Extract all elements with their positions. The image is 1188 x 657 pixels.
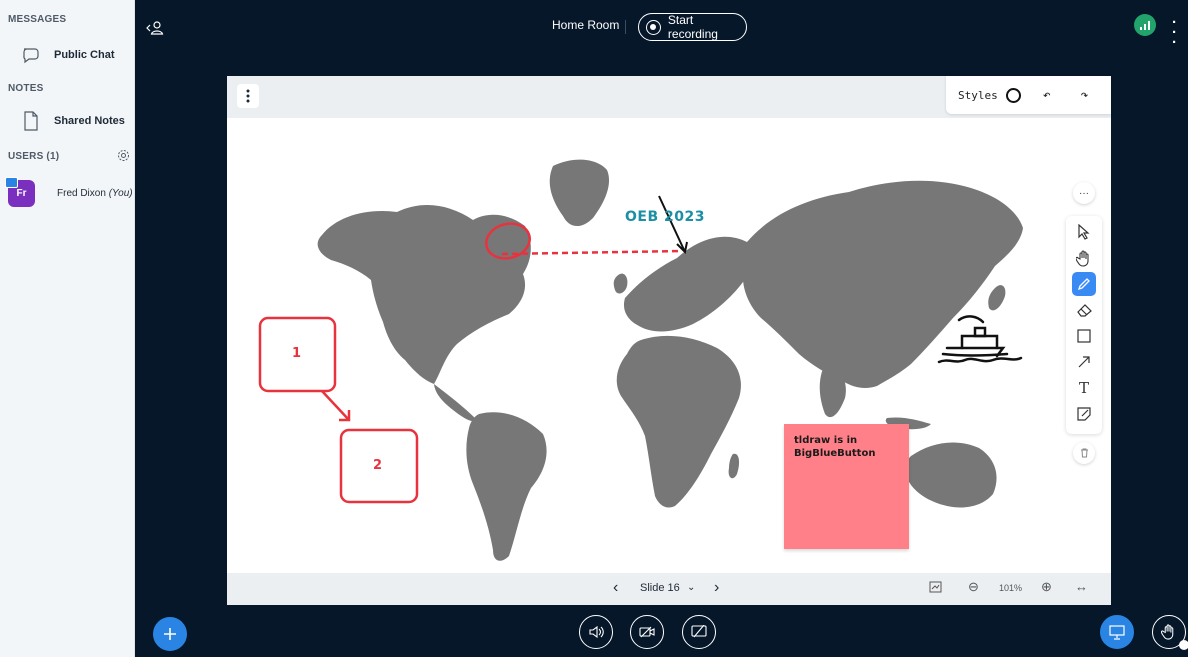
map-asia — [741, 180, 1023, 388]
messages-section-label: MESSAGES — [8, 14, 67, 25]
trash-icon[interactable] — [1073, 442, 1095, 464]
chevron-badge-icon — [1179, 640, 1188, 650]
shared-notes-label: Shared Notes — [54, 115, 125, 127]
camera-off-icon — [639, 626, 655, 638]
presentation-icon — [1109, 624, 1125, 640]
oeb-text-annotation[interactable]: OEB 2023 — [625, 209, 705, 225]
fit-width-icon[interactable]: ↔ — [1075, 579, 1088, 594]
world-map — [258, 159, 1023, 561]
whiteboard-menu-icon[interactable] — [237, 84, 259, 108]
zoom-out-icon[interactable]: ⊖ — [968, 579, 979, 595]
slide-controls: ‹ Slide 16 ⌄ › ⊖ 101% ⊕ ↔ — [227, 573, 1111, 605]
arrow-tool-icon[interactable] — [1072, 350, 1096, 374]
map-africa — [616, 335, 741, 508]
map-north-america — [317, 205, 531, 384]
gear-icon[interactable] — [117, 149, 130, 167]
avatar-initials: Fr — [16, 188, 27, 199]
map-uk — [613, 273, 628, 294]
sticky-note-text: tldraw is in BigBlueButton — [794, 435, 876, 459]
camera-button[interactable] — [630, 615, 664, 649]
pencil-tool-icon[interactable] — [1072, 272, 1096, 296]
map-greenland — [549, 159, 610, 227]
whiteboard[interactable]: Styles ↶ ↷ OEB 2023 1 2 tldraw is in Big… — [227, 76, 1111, 605]
undo-icon[interactable]: ↶ — [1043, 88, 1051, 103]
more-tools-button[interactable]: ··· — [1073, 182, 1095, 204]
raise-hand-button[interactable] — [1152, 615, 1188, 650]
presenter-badge-icon — [5, 177, 18, 188]
user-list-item[interactable]: Fred Dixon (You) — [57, 188, 133, 199]
connection-status-icon[interactable] — [1134, 14, 1156, 36]
fit-slide-icon[interactable] — [929, 581, 942, 596]
public-chat-label: Public Chat — [54, 49, 115, 61]
text-tool-icon[interactable]: T — [1072, 376, 1096, 400]
map-madagascar — [728, 453, 740, 479]
rectangle-tool-icon[interactable] — [1072, 324, 1096, 348]
box-2-label[interactable]: 2 — [373, 458, 382, 473]
screenshare-off-icon — [691, 625, 707, 638]
sticky-note[interactable]: tldraw is in BigBlueButton — [784, 424, 909, 549]
user-name: Fred Dixon — [57, 188, 106, 199]
redo-icon[interactable]: ↷ — [1081, 88, 1089, 103]
record-icon — [646, 19, 661, 35]
map-south-america — [466, 412, 547, 561]
map-central-america — [434, 384, 477, 422]
styles-button[interactable]: Styles — [958, 89, 998, 102]
sticky-note-tool-icon[interactable] — [1072, 402, 1096, 426]
zoom-level: 101% — [999, 583, 1023, 593]
start-recording-button[interactable]: Start recording — [638, 13, 747, 41]
raise-hand-icon — [1161, 624, 1174, 640]
next-slide-icon[interactable]: › — [714, 579, 719, 597]
notes-section-label: NOTES — [8, 83, 44, 94]
sidebar-item-public-chat[interactable]: Public Chat — [0, 42, 134, 68]
chevron-down-icon[interactable]: ⌄ — [687, 582, 695, 593]
document-icon — [20, 110, 42, 132]
room-title: Home Room — [552, 18, 620, 32]
select-tool-icon[interactable] — [1072, 220, 1096, 244]
style-panel: Styles ↶ ↷ — [946, 76, 1111, 114]
avatar[interactable]: Fr — [5, 177, 35, 207]
eraser-tool-icon[interactable] — [1072, 298, 1096, 322]
toggle-userlist-icon[interactable] — [146, 20, 164, 41]
sidebar: MESSAGES Public Chat NOTES Shared Notes … — [0, 0, 135, 657]
you-tag: (You) — [108, 188, 133, 199]
color-swatch-icon[interactable] — [1005, 87, 1021, 103]
audio-button[interactable] — [579, 615, 613, 649]
record-label: Start recording — [667, 13, 718, 41]
speaker-icon — [589, 625, 604, 639]
zoom-in-icon[interactable]: ⊕ — [1041, 579, 1052, 595]
hand-tool-icon[interactable] — [1072, 246, 1096, 270]
title-divider — [625, 20, 626, 34]
ship-doodle — [937, 315, 1023, 364]
map-japan — [988, 285, 1006, 311]
screenshare-button[interactable] — [682, 615, 716, 649]
actions-plus-button[interactable] — [153, 617, 187, 651]
users-section-label: USERS (1) — [8, 151, 60, 162]
chat-bubble-icon — [20, 44, 42, 66]
box-1-label[interactable]: 1 — [292, 346, 301, 361]
options-menu-icon[interactable]: · · · — [1172, 15, 1177, 50]
slide-number[interactable]: Slide 16 — [640, 582, 680, 594]
previous-slide-icon[interactable]: ‹ — [613, 579, 618, 597]
map-australia — [904, 442, 997, 508]
toolbar: T — [1066, 216, 1102, 434]
plus-icon — [164, 628, 176, 640]
presentation-toggle-button[interactable] — [1100, 615, 1134, 649]
box-connector-arrow — [321, 390, 351, 422]
sidebar-item-shared-notes[interactable]: Shared Notes — [0, 108, 134, 134]
